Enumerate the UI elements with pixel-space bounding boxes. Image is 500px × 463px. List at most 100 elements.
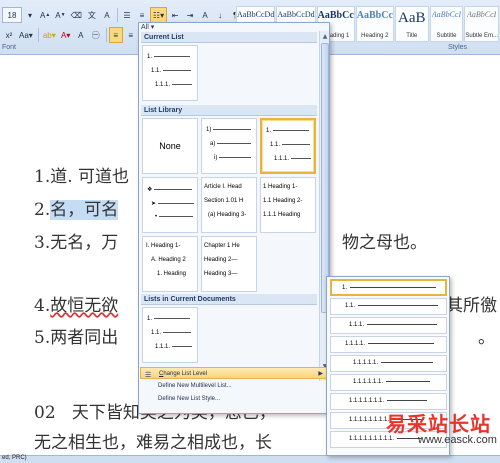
level-label: i): [214, 155, 218, 161]
char-border-icon[interactable]: A: [100, 7, 114, 23]
level-label: 1.1.1.: [155, 344, 171, 350]
level-label: ❖: [147, 187, 153, 193]
section-list-library: List Library: [141, 105, 317, 116]
font-size-box[interactable]: 18: [2, 7, 22, 23]
level-label: Chapter 1 He: [204, 243, 240, 249]
library-heading-roman[interactable]: I. Heading 1- A. Heading 2 1. Heading: [142, 236, 198, 292]
char-shading-icon[interactable]: A: [74, 27, 88, 43]
level-option-1[interactable]: 1.: [330, 279, 447, 296]
styles-group-label: Styles: [448, 44, 468, 51]
font-size-dropdown-icon[interactable]: ▾: [23, 7, 37, 23]
library-article-section[interactable]: Article I. Head Section 1.01 H (a) Headi…: [201, 177, 257, 233]
grow-font-icon[interactable]: A ▲: [38, 7, 52, 23]
level-label: 1): [206, 127, 212, 133]
scroll-up-icon[interactable]: ▲: [320, 31, 330, 41]
none-label: None: [159, 141, 181, 151]
list-number: 1.: [34, 167, 51, 187]
list-item-3[interactable]: 3.无名，万: [34, 228, 118, 253]
paragraph-continued[interactable]: 无之相生也，难易之相成也，长: [34, 428, 272, 453]
numbering-icon[interactable]: ≡: [135, 7, 149, 23]
bullets-icon[interactable]: ☰: [120, 7, 134, 23]
selected-text: 名，可名: [50, 200, 119, 220]
level-option-5[interactable]: 1.1.1.1.1.: [330, 355, 447, 372]
level-label: •: [155, 214, 158, 220]
align-left-icon[interactable]: ≡: [108, 27, 123, 43]
library-decimal-selected[interactable]: 1. 1.1. 1.1.1.: [260, 118, 316, 174]
list-item-3-tail[interactable]: 物之母也。: [342, 228, 427, 253]
sort-icon[interactable]: ↓: [213, 7, 227, 23]
scroll-thumb[interactable]: [321, 43, 329, 313]
font-color-icon[interactable]: A▾: [59, 27, 73, 43]
align-center-icon[interactable]: ≡: [124, 27, 138, 43]
multilevel-list-icon[interactable]: ☷▾: [149, 7, 168, 23]
increase-indent-icon[interactable]: ⇥: [183, 7, 197, 23]
library-none[interactable]: None: [142, 118, 198, 174]
library-heading-numbered[interactable]: 1 Heading 1- 1.1 Heading 2- 1.1.1 Headin…: [260, 177, 316, 233]
level-label: 1.1.1.: [155, 82, 171, 88]
chinese-layout-icon[interactable]: A: [198, 7, 212, 23]
change-list-level-item[interactable]: ☰ Change List Level ▶: [140, 367, 328, 379]
library-bullets[interactable]: ❖ ➤ •: [142, 177, 198, 233]
level-option-3[interactable]: 1.1.1.: [330, 317, 447, 334]
style-sample: AaBbCcDd: [277, 10, 315, 19]
list-item-2[interactable]: 2.名，可名: [34, 195, 119, 220]
list-text: 其所徼: [446, 296, 497, 316]
list-item-4[interactable]: 4.故恒无欲: [34, 291, 118, 316]
level-label: A. Heading 2: [151, 257, 186, 263]
level-option-4[interactable]: 1.1.1.1.: [330, 336, 447, 353]
menu-item-label: hange List Level: [163, 371, 208, 377]
library-paren[interactable]: 1) a) i): [201, 118, 257, 174]
current-list-thumb[interactable]: 1. 1.1. 1.1.1.: [142, 45, 198, 101]
submenu-arrow-icon: ▶: [318, 371, 323, 377]
style-heading-2[interactable]: AaBbCc Heading 2: [355, 6, 394, 42]
change-case-icon[interactable]: Aa▾: [17, 27, 35, 43]
level-option-6[interactable]: 1.1.1.1.1.1.: [330, 374, 447, 391]
style-sample: AaBbCcI: [466, 10, 497, 19]
ribbon-row-2: x² Aa▾ ab▾ A▾ A ㊀ ≡ ≡ ≡: [2, 26, 154, 44]
watermark-url: www.easck.com: [418, 434, 497, 446]
style-subtitle[interactable]: AaBbCcI Subtitle: [429, 6, 464, 42]
list-item-4-tail[interactable]: 其所徼: [446, 291, 497, 316]
list-number: 2.: [34, 200, 51, 220]
level-label: 1.1 Heading 2-: [263, 198, 303, 204]
paragraph-number: 02: [34, 403, 56, 423]
list-number: 3.: [34, 233, 51, 253]
phonetic-icon[interactable]: 文: [85, 7, 99, 23]
list-item-1[interactable]: 1.道. 可道也: [34, 162, 129, 187]
enclose-char-icon[interactable]: ㊀: [89, 27, 103, 43]
highlight-icon[interactable]: ab▾: [41, 27, 58, 43]
list-text: 故恒无欲: [50, 296, 119, 316]
paragraph-text: 无之相生也，难易之相成也，长: [34, 433, 272, 453]
style-name: Subtitle: [436, 33, 457, 39]
all-filter[interactable]: All ▾: [141, 23, 154, 31]
level-label: 1.: [266, 128, 272, 134]
style-name: Heading 2: [361, 33, 389, 39]
style-subtle-emphasis[interactable]: AaBbCcI Subtle Em...: [464, 6, 499, 42]
level-label: 1.: [342, 285, 348, 291]
list-item-5[interactable]: 5.两者同出: [34, 323, 118, 348]
define-new-multilevel-list-item[interactable]: Define New Multilevel List...: [140, 380, 328, 392]
level-label: 1.1.1 Heading: [263, 212, 301, 218]
list-text: 物之母也。: [342, 233, 427, 253]
level-label: 1.1.1.1.1.: [353, 360, 379, 366]
clear-format-icon[interactable]: ⌫: [69, 7, 84, 23]
level-label: 1.1.: [151, 68, 162, 74]
document-list-thumb[interactable]: 1. 1.1. 1.1.1.: [142, 307, 198, 363]
level-label: 1.: [147, 54, 153, 60]
separator: [37, 28, 39, 42]
list-text: 。: [478, 328, 495, 348]
define-new-list-style-item[interactable]: Define New List Style...: [140, 393, 328, 405]
font-group-label: Font: [2, 44, 17, 51]
library-chapter[interactable]: Chapter 1 He Heading 2— Heading 3—: [201, 236, 257, 292]
superscript-icon[interactable]: x²: [2, 27, 16, 43]
level-label: 1.1.: [151, 330, 162, 336]
level-label: 1. Heading: [157, 271, 187, 277]
separator: [105, 28, 107, 42]
style-title[interactable]: AaB Title: [394, 6, 429, 42]
style-sample: AaBbCcI: [431, 10, 462, 19]
list-text: 道. 可道也: [50, 167, 130, 187]
level-option-2[interactable]: 1.1.: [330, 298, 447, 315]
list-item-5-tail[interactable]: 。: [478, 323, 495, 348]
shrink-font-icon[interactable]: A ▼: [53, 7, 67, 23]
decrease-indent-icon[interactable]: ⇤: [168, 7, 182, 23]
